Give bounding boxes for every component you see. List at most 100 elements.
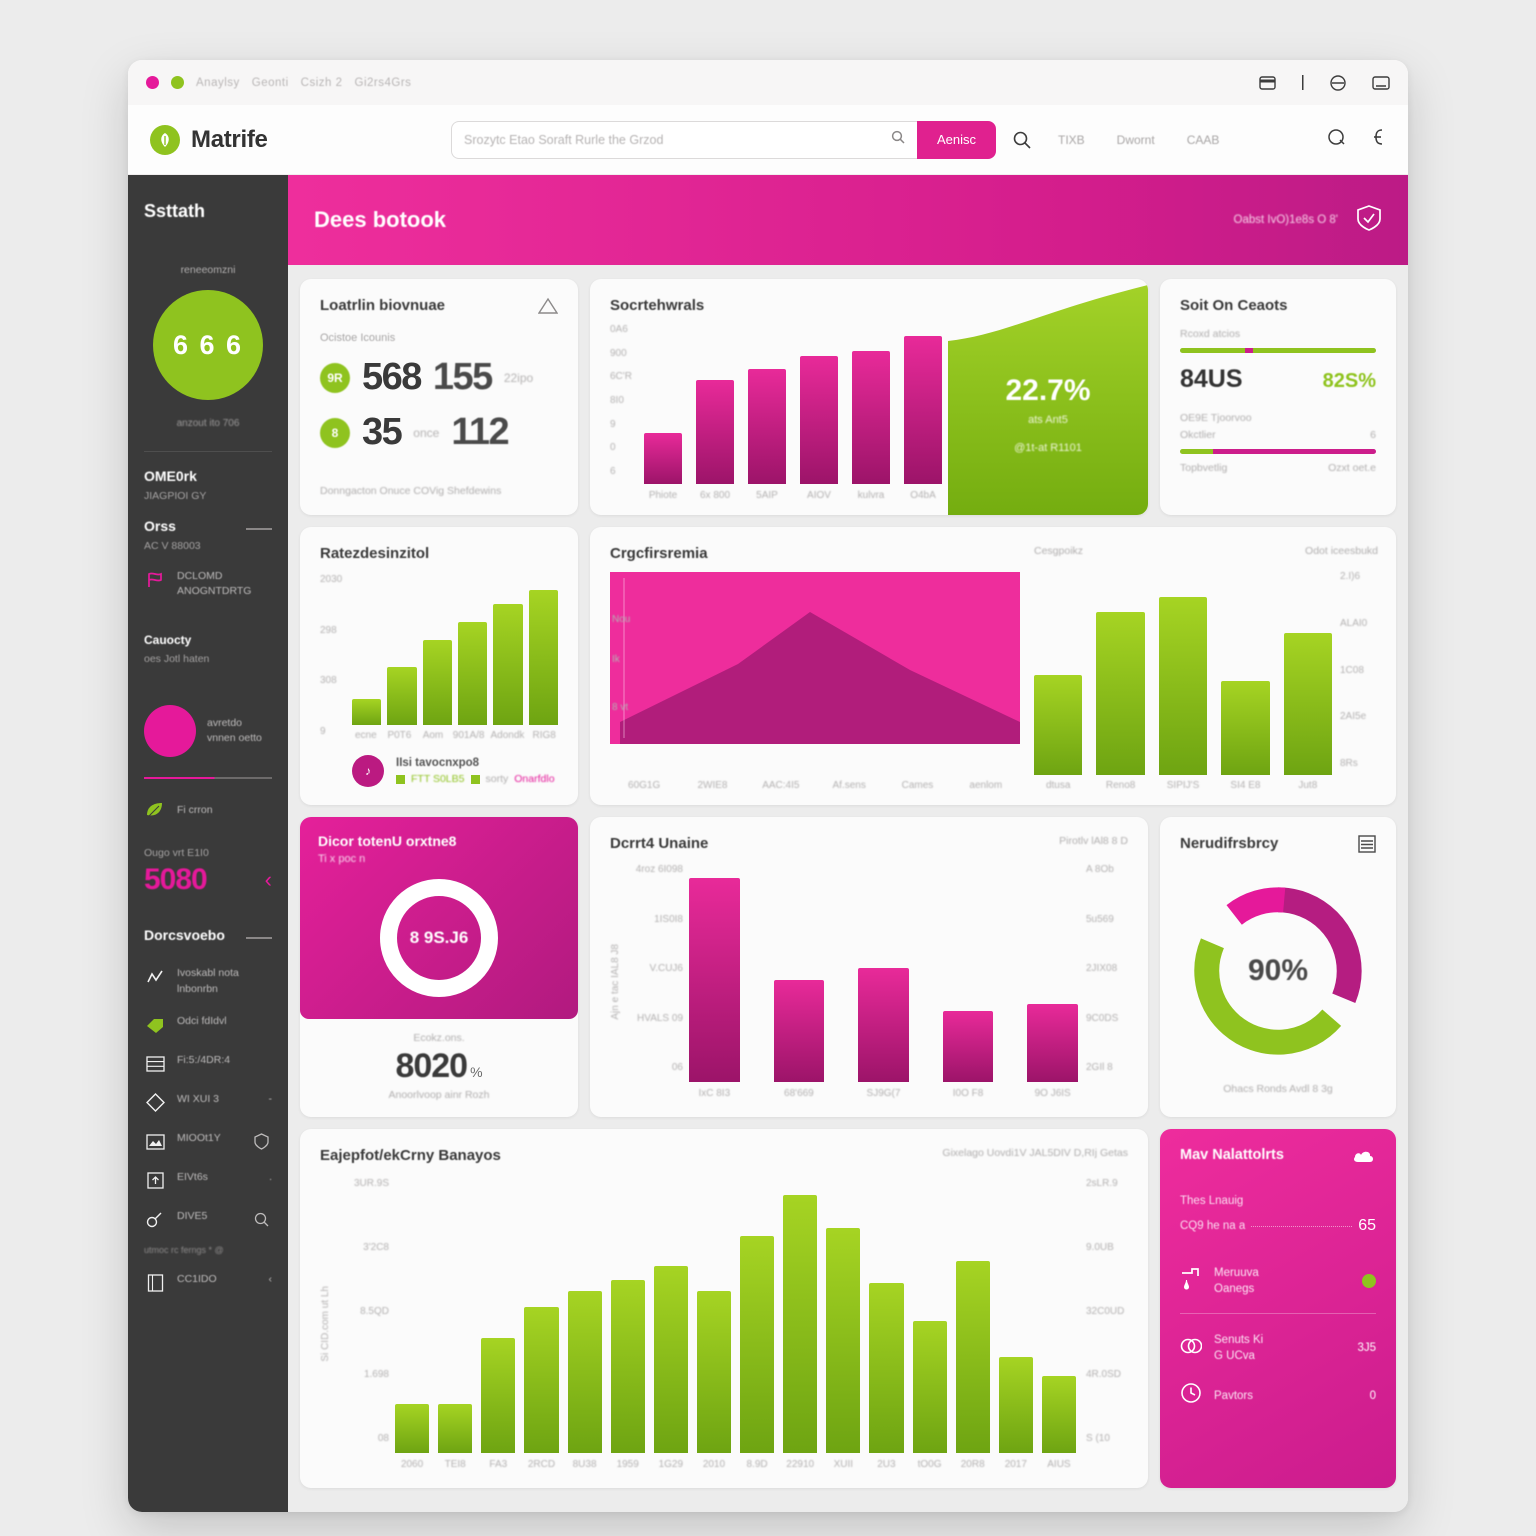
demand-xticks: IxC 8I3 68'669 SJ9G(7 I0O F8 9O J6IS (689, 1088, 1078, 1099)
bar[interactable] (942, 1010, 994, 1082)
currency-icon[interactable] (1372, 127, 1386, 152)
x-tick-label: Jut8 (1298, 780, 1318, 791)
metrics-row-2[interactable]: Senuts Ki G UCva 3J5 (1180, 1332, 1376, 1364)
flag-icon (144, 569, 166, 591)
browser-tab-0[interactable]: Anaylsy (196, 77, 240, 89)
shield-icon[interactable] (250, 1131, 272, 1153)
search-input[interactable]: Srozytc Etao Soraft Rurle the Grzod (451, 120, 917, 159)
chat-icon[interactable] (1327, 128, 1346, 152)
sidebar-footer-heading-row[interactable]: Dorcsvoebo (144, 927, 272, 949)
bar[interactable] (1034, 675, 1083, 775)
bar[interactable] (955, 1260, 990, 1453)
search-icon-sidebar[interactable] (250, 1209, 272, 1231)
window-icon[interactable] (1372, 75, 1390, 90)
bar[interactable] (748, 369, 786, 484)
sidebar-item-diamond[interactable]: WI XUI 3 - (144, 1092, 272, 1114)
collapse-dash-icon-2[interactable] (246, 937, 272, 940)
brand[interactable]: Matrife (150, 124, 435, 155)
traffic-light-close[interactable] (146, 76, 159, 89)
traffic-card: Crgcfirsremia Nou Ik 8 vt 60G1G 2WIE8 AA… (590, 527, 1396, 805)
browser-tab-2[interactable]: Csizh 2 (301, 77, 343, 89)
x-tick-label: 901A/8 (452, 730, 485, 741)
metrics-row-3[interactable]: Pavtors 0 (1180, 1382, 1376, 1409)
kpi-badge-1: 8 (320, 417, 350, 448)
sidebar-section-1[interactable]: Orss (144, 518, 272, 540)
bar[interactable] (998, 1356, 1033, 1453)
sidebar-item-big[interactable]: avretdo vnnen oetto (144, 705, 272, 758)
bar[interactable] (653, 1266, 688, 1453)
bar[interactable] (1096, 612, 1145, 775)
traffic-light-maximize[interactable] (171, 76, 184, 89)
chevron-left-icon[interactable]: ‹ (265, 867, 272, 893)
sidebar-item-analytics[interactable]: Ivoskabl nota lnbonrbn (144, 966, 272, 996)
sales-ytick-6: 6 (610, 465, 616, 477)
toolbar-link-0[interactable]: TIXB (1058, 133, 1085, 147)
x-tick-label: RIG8 (532, 730, 556, 741)
bar[interactable] (493, 603, 523, 725)
sidebar-item-green[interactable]: Fi crron (144, 799, 272, 821)
warning-triangle-icon[interactable] (537, 297, 559, 320)
bar[interactable] (387, 667, 417, 725)
sidebar-item-book[interactable]: CC1IDO ‹ (144, 1272, 272, 1294)
bar[interactable] (783, 1194, 818, 1453)
app-window: Anaylsy Geonti Csizh 2 Gi2rs4Grs Matrife… (128, 60, 1408, 1512)
leaf-icon (144, 799, 166, 821)
bar[interactable] (1283, 633, 1333, 775)
toolbar-link-2[interactable]: CAAB (1187, 133, 1220, 147)
bar[interactable] (912, 1321, 947, 1453)
bar[interactable] (395, 1403, 430, 1453)
bar[interactable] (352, 699, 382, 725)
bar[interactable] (740, 1235, 775, 1453)
bar[interactable] (481, 1337, 516, 1453)
legend-swatch-0 (396, 774, 405, 784)
bar[interactable] (567, 1290, 602, 1453)
dashboard-row-4: Eajepfot/ekCrny Banayos Gixelago Uovdi1V… (300, 1129, 1396, 1488)
sidebar-item-link[interactable]: DIVE5 (144, 1209, 272, 1231)
user-circle-icon[interactable] (1330, 74, 1346, 91)
bar[interactable] (689, 878, 740, 1082)
bar[interactable] (773, 980, 825, 1082)
bar[interactable] (800, 356, 838, 484)
sidebar-item-image[interactable]: MIOOt1Y (144, 1131, 272, 1153)
bar[interactable] (438, 1403, 473, 1453)
bar[interactable] (528, 589, 558, 725)
comparison-ytick-2: 1C08 (1340, 664, 1364, 676)
collapse-dash-icon[interactable] (246, 528, 272, 530)
browser-tab-1[interactable]: Geonti (252, 77, 289, 89)
sidebar-item-tag[interactable]: Odci fdIdvl (144, 1014, 272, 1036)
shield-check-icon[interactable] (1356, 204, 1382, 237)
bar[interactable] (422, 639, 452, 725)
bar[interactable] (852, 350, 890, 484)
bar[interactable] (696, 1290, 731, 1453)
sidebar-counter[interactable]: 5080 ‹ (144, 863, 272, 897)
cloud-icon[interactable] (1352, 1147, 1376, 1169)
search-icon[interactable] (891, 130, 905, 149)
metrics-row-1[interactable]: Meruuva Oanegs (1180, 1265, 1376, 1297)
sidebar-item-upload[interactable]: EIVt6s . (144, 1170, 272, 1192)
bar[interactable] (696, 379, 734, 484)
bar[interactable] (644, 433, 682, 484)
bar[interactable] (1041, 1376, 1076, 1453)
bar[interactable] (1027, 1003, 1078, 1082)
comparison-xticks: dtusa Reno8 SIPIJ'S SI4 E8 Jut8 (1034, 780, 1332, 791)
bar[interactable] (610, 1279, 645, 1453)
sidebar-item-table[interactable]: Fi:5:/4DR:4 (144, 1053, 272, 1075)
bar[interactable] (858, 968, 909, 1082)
magnifier-icon[interactable] (1012, 130, 1032, 150)
chevron-left-icon-2[interactable]: ‹ (269, 1272, 273, 1287)
list-icon[interactable] (1358, 835, 1376, 858)
bar[interactable] (524, 1307, 559, 1453)
sidebar-section-0[interactable]: OME0rk JIAGPIOI GY (144, 468, 272, 502)
sidebar-section-0-heading: OME0rk (144, 468, 197, 484)
search-button[interactable]: Aenisc (916, 120, 996, 159)
toolbar-link-1[interactable]: Dwornt (1117, 133, 1155, 147)
wallet-icon[interactable] (1259, 75, 1276, 90)
browser-tab-3[interactable]: Gi2rs4Grs (355, 77, 412, 89)
bar[interactable] (904, 335, 942, 484)
bar[interactable] (826, 1227, 861, 1453)
bar[interactable] (1158, 596, 1208, 775)
sidebar-item-alert[interactable]: DCLOMD ANOGNTDRTG (144, 569, 272, 599)
bar[interactable] (869, 1282, 904, 1453)
bar[interactable] (1221, 680, 1270, 775)
bar[interactable] (457, 621, 488, 725)
